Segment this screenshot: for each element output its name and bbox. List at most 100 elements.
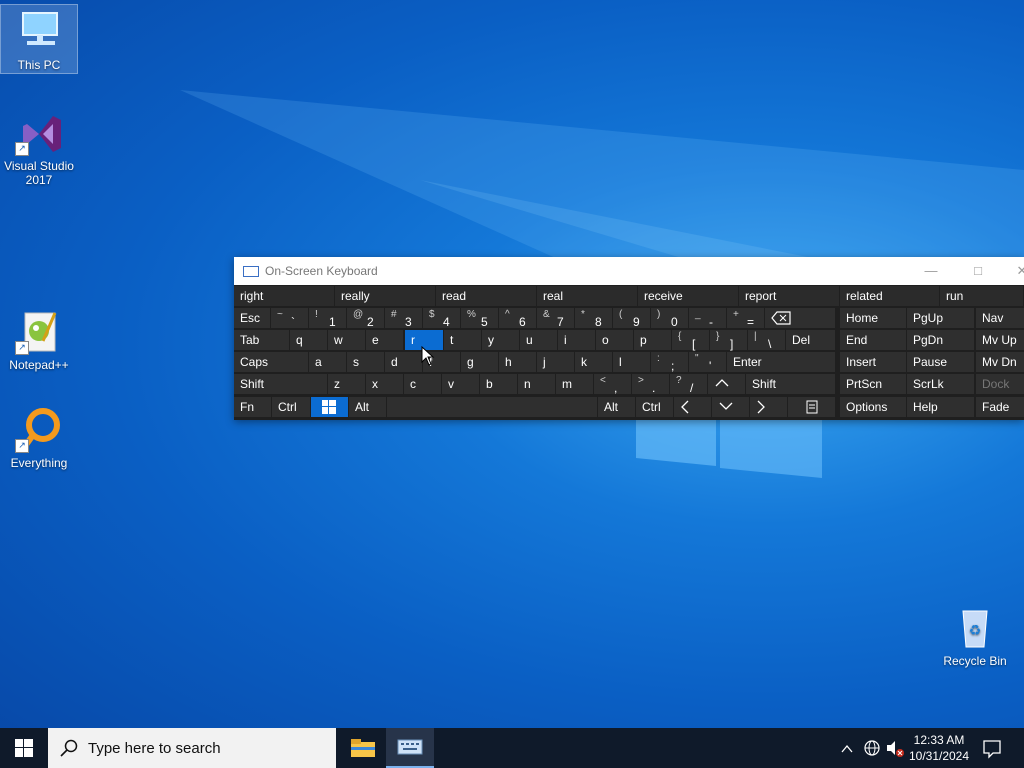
move-down-key[interactable]: Mv Dn	[976, 352, 1024, 372]
key-u[interactable]: u	[520, 330, 557, 350]
quote-key[interactable]: " '	[689, 352, 726, 373]
pgdn-key[interactable]: PgDn	[907, 330, 974, 350]
key-o[interactable]: o	[596, 330, 633, 350]
period-key[interactable]: >.	[632, 374, 669, 395]
key-5[interactable]: % 5	[461, 308, 498, 329]
key-6[interactable]: ^ 6	[499, 308, 536, 329]
fn-key[interactable]: Fn	[234, 397, 271, 417]
prediction-word[interactable]: receive	[638, 286, 739, 306]
backtick-key[interactable]: ~ `	[271, 308, 308, 329]
key-w[interactable]: w	[328, 330, 365, 350]
search-box[interactable]: Type here to search	[48, 728, 336, 768]
this-pc-icon[interactable]: This PC	[0, 4, 78, 74]
key-n[interactable]: n	[518, 374, 555, 394]
pause-key[interactable]: Pause	[907, 352, 974, 372]
key-3[interactable]: #3	[385, 308, 422, 329]
key-8[interactable]: * 8	[575, 308, 612, 329]
pgup-key[interactable]: PgUp	[907, 308, 974, 328]
recycle-bin-icon[interactable]: ♻ Recycle Bin	[937, 601, 1013, 668]
prediction-word[interactable]: right	[234, 286, 335, 306]
key-0[interactable]: ) 0	[651, 308, 688, 329]
right-shift-key[interactable]: Shift	[746, 374, 835, 394]
move-up-key[interactable]: Mv Up	[976, 330, 1024, 350]
key-h[interactable]: h	[499, 352, 536, 372]
end-key[interactable]: End	[840, 330, 906, 350]
scrlk-key[interactable]: ScrLk	[907, 374, 974, 394]
key-k[interactable]: k	[575, 352, 612, 372]
minimize-button[interactable]: —	[909, 257, 953, 285]
everything-icon[interactable]: ↗ Everything	[1, 403, 77, 470]
key-b[interactable]: b	[480, 374, 517, 394]
comma-key[interactable]: <,	[594, 374, 631, 395]
key-v[interactable]: v	[442, 374, 479, 394]
space-key[interactable]	[387, 397, 597, 417]
file-explorer-button[interactable]	[338, 728, 386, 768]
open-bracket-key[interactable]: {[	[672, 330, 709, 351]
close-bracket-key[interactable]: }]	[710, 330, 747, 351]
del-key[interactable]: Del	[786, 330, 835, 350]
arrow-right-key[interactable]	[750, 397, 787, 417]
key-e[interactable]: e	[366, 330, 403, 350]
key-l[interactable]: l	[613, 352, 650, 372]
tab-key[interactable]: Tab	[234, 330, 289, 350]
chevron-up-icon[interactable]	[840, 728, 854, 768]
home-key[interactable]: Home	[840, 308, 906, 328]
prediction-word[interactable]: run	[940, 286, 1024, 306]
key-j[interactable]: j	[537, 352, 574, 372]
windows-key[interactable]	[311, 397, 348, 417]
nav-key[interactable]: Nav	[976, 308, 1024, 328]
left-alt-key[interactable]: Alt	[349, 397, 386, 417]
key-c[interactable]: c	[404, 374, 441, 394]
key-i[interactable]: i	[558, 330, 595, 350]
semicolon-key[interactable]: :;	[651, 352, 688, 373]
key-4[interactable]: $4	[423, 308, 460, 329]
backspace-key[interactable]	[765, 308, 835, 328]
insert-key[interactable]: Insert	[840, 352, 906, 372]
key-p[interactable]: p	[634, 330, 671, 350]
key-s[interactable]: s	[347, 352, 384, 372]
prediction-word[interactable]: really	[335, 286, 436, 306]
key-d[interactable]: d	[385, 352, 422, 372]
key-a[interactable]: a	[309, 352, 346, 372]
key-m[interactable]: m	[556, 374, 593, 394]
key-7[interactable]: & 7	[537, 308, 574, 329]
start-button[interactable]	[0, 728, 48, 768]
on-screen-keyboard-taskbar-button[interactable]	[386, 728, 434, 768]
key-1[interactable]: ! 1	[309, 308, 346, 329]
minus-key[interactable]: _ -	[689, 308, 726, 329]
arrow-down-key[interactable]	[712, 397, 749, 417]
menu-key[interactable]	[788, 397, 835, 417]
equals-key[interactable]: + =	[727, 308, 764, 329]
prediction-word[interactable]: report	[739, 286, 840, 306]
key-x[interactable]: x	[366, 374, 403, 394]
visual-studio-icon[interactable]: ↗ Visual Studio 2017	[1, 106, 77, 187]
esc-key[interactable]: Esc	[234, 308, 270, 328]
backslash-key[interactable]: | \	[748, 330, 785, 351]
prtscn-key[interactable]: PrtScn	[840, 374, 906, 394]
left-shift-key[interactable]: Shift	[234, 374, 327, 394]
key-z[interactable]: z	[328, 374, 365, 394]
right-alt-key[interactable]: Alt	[598, 397, 635, 417]
caps-key[interactable]: Caps	[234, 352, 308, 372]
key-2[interactable]: @2	[347, 308, 384, 329]
prediction-word[interactable]: real	[537, 286, 638, 306]
notepad-plus-plus-icon[interactable]: ↗ Notepad++	[1, 305, 77, 372]
maximize-button[interactable]: □	[956, 257, 1000, 285]
key-9[interactable]: (9	[613, 308, 650, 329]
slash-key[interactable]: ? /	[670, 374, 707, 395]
prediction-word[interactable]: read	[436, 286, 537, 306]
options-key[interactable]: Options	[840, 397, 906, 417]
fade-key[interactable]: Fade	[976, 397, 1024, 417]
help-key[interactable]: Help	[907, 397, 974, 417]
enter-key[interactable]: Enter	[727, 352, 835, 372]
key-y[interactable]: y	[482, 330, 519, 350]
network-icon[interactable]	[862, 728, 882, 768]
key-g[interactable]: g	[461, 352, 498, 372]
arrow-left-key[interactable]	[674, 397, 711, 417]
notification-icon[interactable]	[982, 728, 1002, 768]
volume-muted-icon[interactable]	[885, 728, 905, 768]
dock-key[interactable]: Dock	[976, 374, 1024, 394]
clock[interactable]: 12:33 AM 10/31/2024	[906, 732, 972, 764]
left-ctrl-key[interactable]: Ctrl	[272, 397, 310, 417]
arrow-up-key[interactable]	[708, 374, 745, 394]
